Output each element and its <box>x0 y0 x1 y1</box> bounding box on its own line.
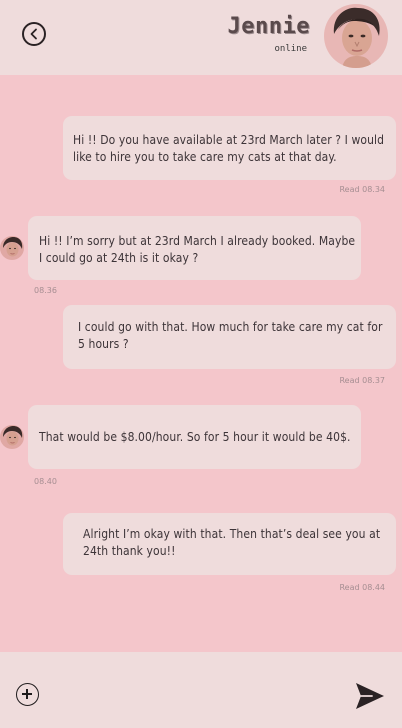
message-bubble-outgoing: Hi !! Do you have available at 23rd Marc… <box>63 116 396 180</box>
message-text-line: 5 hours ? <box>78 336 129 351</box>
sender-avatar <box>0 236 24 260</box>
send-icon <box>356 683 384 709</box>
message-composer <box>0 652 402 728</box>
message-timestamp: 08.36 <box>34 286 57 295</box>
message-text-line: Hi !! Do you have available at 23rd Marc… <box>73 133 385 147</box>
chat-header: Jennie online <box>0 0 402 75</box>
message-timestamp: Read 08.37 <box>339 376 385 385</box>
message-text-line: like to hire you to take care my cats at… <box>73 149 337 164</box>
message-timestamp: 08.40 <box>34 477 57 486</box>
chevron-left-icon <box>30 28 37 40</box>
message-bubble-incoming: That would be $8.00/hour. So for 5 hour … <box>28 405 361 469</box>
contact-name: Jennie <box>227 14 310 39</box>
contact-status: online <box>274 44 307 54</box>
send-button[interactable] <box>354 681 386 711</box>
message-text-line: I could go with that. How much for take … <box>78 320 383 334</box>
message-input[interactable] <box>52 676 342 712</box>
message-text-line: I could go at 24th is it okay ? <box>39 250 199 265</box>
contact-avatar[interactable] <box>324 4 388 68</box>
add-attachment-button[interactable] <box>16 683 39 706</box>
message-text-line: That would be $8.00/hour. So for 5 hour … <box>39 430 351 444</box>
message-timestamp: Read 08.34 <box>339 185 385 194</box>
back-button[interactable] <box>22 22 46 46</box>
message-bubble-outgoing: I could go with that. How much for take … <box>63 305 396 369</box>
message-text-line: Alright I’m okay with that. Then that’s … <box>83 527 381 541</box>
message-bubble-outgoing: Alright I’m okay with that. Then that’s … <box>63 513 396 575</box>
sender-avatar <box>0 425 24 449</box>
message-text-line: 24th thank you!! <box>83 543 176 558</box>
message-bubble-incoming: Hi !! I’m sorry but at 23rd March I alre… <box>28 216 361 280</box>
message-timestamp: Read 08.44 <box>339 583 385 592</box>
message-text-line: Hi !! I’m sorry but at 23rd March I alre… <box>39 234 356 248</box>
